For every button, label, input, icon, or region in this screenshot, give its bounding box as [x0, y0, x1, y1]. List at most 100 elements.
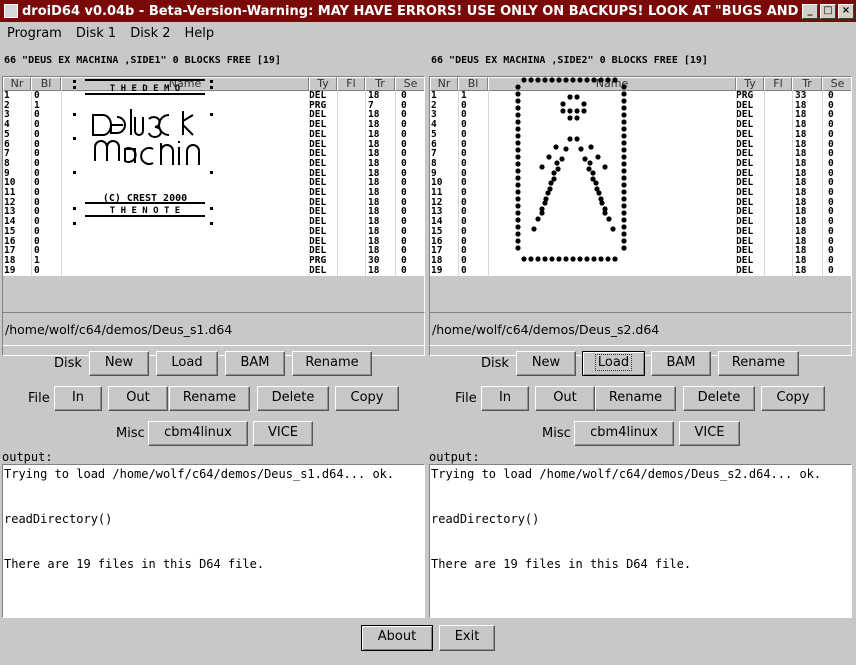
art-dot [621, 175, 627, 181]
output-label: output: [2, 450, 53, 464]
column-header-fl[interactable]: Fl [337, 77, 365, 91]
file-rename-button[interactable]: Rename [169, 386, 250, 411]
column-separator [764, 91, 765, 276]
app-icon[interactable] [4, 4, 18, 18]
vice-button[interactable]: VICE [679, 421, 740, 446]
maximize-button[interactable]: □ [820, 3, 836, 19]
menu-disk-1[interactable]: Disk 1 [69, 26, 123, 41]
disk-path: /home/wolf/c64/demos/Deus_s2.d64 [429, 312, 852, 346]
about-button[interactable]: About [361, 625, 433, 651]
art-dot [584, 256, 590, 262]
cbm4linux-button[interactable]: cbm4linux [574, 421, 674, 446]
column-header-nr[interactable]: Nr [430, 77, 458, 91]
art-dot [515, 182, 521, 188]
cbm4linux-button[interactable]: cbm4linux [148, 421, 248, 446]
minimize-button[interactable]: _ [802, 3, 818, 19]
table-row[interactable]: 19 0 DEL 18 0 [430, 265, 851, 276]
file-label: File [455, 391, 477, 406]
deus-ex-machina-logo-art: T H E D E M O (C) CREST 2000 T H E N O T… [73, 79, 213, 225]
output-log[interactable]: Trying to load /home/wolf/c64/demos/Deus… [2, 464, 425, 618]
column-header-tr[interactable]: Tr [792, 77, 822, 91]
close-button[interactable]: × [838, 3, 854, 19]
art-dot [574, 115, 580, 121]
column-header-bl[interactable]: Bl [31, 77, 61, 91]
file-delete-button[interactable]: Delete [683, 386, 755, 411]
file-in-button[interactable]: In [481, 386, 529, 411]
file-copy-button[interactable]: Copy [761, 386, 825, 411]
disk-rename-button[interactable]: Rename [718, 351, 799, 376]
art-dot [581, 101, 587, 107]
art-dot [577, 256, 583, 262]
output-line: There are 19 files in this D64 file. [4, 557, 265, 571]
column-separator [309, 91, 310, 276]
art-dot [602, 164, 608, 170]
art-dot [554, 160, 560, 166]
output-line: readDirectory() [4, 512, 113, 526]
art-dot [542, 77, 548, 83]
misc-actions-row: Misc cbm4linux VICE [2, 419, 425, 447]
art-dot [621, 217, 627, 223]
column-header-ty[interactable]: Ty [309, 77, 337, 91]
file-out-button[interactable]: Out [535, 386, 595, 411]
file-in-button[interactable]: In [54, 386, 102, 411]
column-separator [395, 91, 396, 276]
vice-button[interactable]: VICE [253, 421, 313, 446]
column-header-se[interactable]: Se [822, 77, 851, 91]
disk-load-button[interactable]: Load [156, 351, 218, 376]
art-dot [515, 175, 521, 181]
art-dot [515, 154, 521, 160]
column-header-tr[interactable]: Tr [365, 77, 395, 91]
column-header-ty[interactable]: Ty [736, 77, 764, 91]
art-dot [515, 133, 521, 139]
art-dot [539, 210, 545, 216]
art-dot [567, 108, 573, 114]
art-dot [590, 170, 596, 176]
file-rename-button[interactable]: Rename [595, 386, 676, 411]
art-dot [574, 94, 580, 100]
output-log[interactable]: Trying to load /home/wolf/c64/demos/Deus… [429, 464, 852, 618]
file-copy-button[interactable]: Copy [335, 386, 399, 411]
art-credit: (C) CREST 2000 [103, 193, 187, 204]
exit-button[interactable]: Exit [439, 625, 495, 651]
menu-help[interactable]: Help [178, 26, 222, 41]
disk-new-button[interactable]: New [89, 351, 149, 376]
art-dot [515, 196, 521, 202]
art-dot [567, 94, 573, 100]
art-dot [596, 190, 602, 196]
art-dot [559, 156, 565, 162]
disk-bam-button[interactable]: BAM [651, 351, 711, 376]
column-header-nr[interactable]: Nr [3, 77, 31, 91]
output-line: Trying to load /home/wolf/c64/demos/Deus… [431, 467, 822, 481]
art-dot [602, 210, 608, 216]
file-out-button[interactable]: Out [108, 386, 168, 411]
disk-bam-button[interactable]: BAM [225, 351, 285, 376]
footer-bar: About Exit [0, 620, 856, 656]
disk-panel-1: 66 "DEUS EX MACHINA ,SIDE1" 0 BLOCKS FRE… [2, 44, 425, 619]
art-dot [515, 140, 521, 146]
art-dot [599, 200, 605, 206]
art-dot [605, 77, 611, 83]
disk-new-button[interactable]: New [516, 351, 576, 376]
column-header-fl[interactable]: Fl [764, 77, 792, 91]
art-dot [535, 77, 541, 83]
column-header-se[interactable]: Se [395, 77, 424, 91]
column-header-bl[interactable]: Bl [458, 77, 488, 91]
art-dot [598, 256, 604, 262]
window-title: droiD64 v0.04b - Beta-Version-Warning: M… [22, 3, 802, 19]
misc-label: Misc [116, 426, 145, 441]
file-delete-button[interactable]: Delete [257, 386, 329, 411]
menu-program[interactable]: Program [0, 26, 69, 41]
art-dot [515, 217, 521, 223]
table-row[interactable]: 19 0 DEL 18 0 [3, 265, 424, 276]
menu-disk-2[interactable]: Disk 2 [123, 26, 177, 41]
art-dot [531, 226, 537, 232]
disk-rename-button[interactable]: Rename [292, 351, 372, 376]
art-dot [621, 112, 627, 118]
column-separator [337, 91, 338, 276]
file-actions-row: File In Out Rename Delete Copy [429, 384, 852, 412]
art-dot [515, 84, 521, 90]
art-dot [584, 77, 590, 83]
disk-load-button[interactable]: Load [582, 351, 645, 376]
art-dot [560, 108, 566, 114]
